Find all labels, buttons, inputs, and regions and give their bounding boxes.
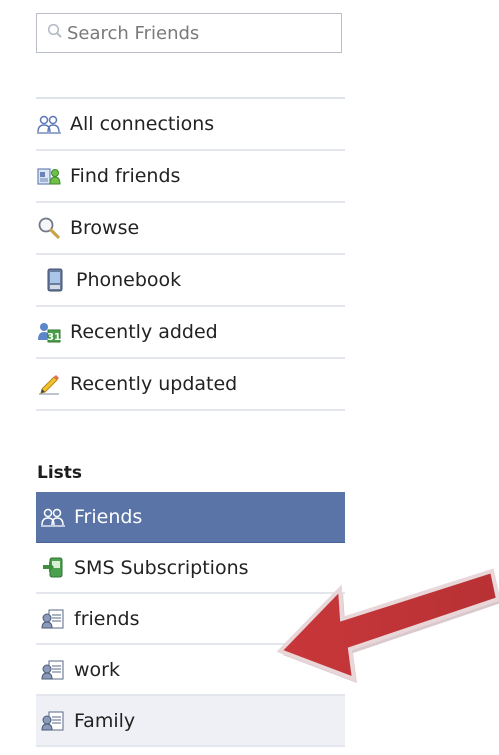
nav-item-all-connections[interactable]: All connections [36,99,345,151]
pencil-icon [36,371,62,397]
nav-item-browse[interactable]: Browse [36,203,345,255]
nav-item-label: Recently updated [70,373,238,395]
phone-icon [42,267,68,293]
nav-item-label: Browse [70,217,140,239]
people-icon [40,504,66,530]
magnifier-icon [36,215,62,241]
friends-navigation: All connections Find friends Browse Phon… [36,97,345,411]
nav-item-phonebook[interactable]: Phonebook [36,255,345,307]
list-item-label: friends [74,607,140,630]
search-input[interactable] [67,22,327,44]
list-item-label: SMS Subscriptions [74,556,249,579]
find-friends-icon [36,163,62,189]
nav-item-find-friends[interactable]: Find friends [36,151,345,203]
nav-item-recently-added[interactable]: 31 Recently added [36,307,345,359]
search-box[interactable] [36,13,342,53]
list-icon [40,657,66,683]
nav-item-label: All connections [70,113,215,135]
nav-item-recently-updated[interactable]: Recently updated [36,359,345,411]
nav-item-label: Phonebook [76,269,182,291]
svg-text:31: 31 [47,332,61,343]
list-item-label: work [74,658,120,681]
list-item-friends-selected[interactable]: Friends [36,492,345,543]
sms-icon [40,555,66,581]
list-icon [40,708,66,734]
nav-item-label: Recently added [70,321,218,343]
list-icon [40,606,66,632]
nav-item-label: Find friends [70,165,181,187]
search-icon [47,23,63,43]
list-item-label: Friends [74,506,143,528]
recently-added-icon: 31 [36,319,62,345]
people-icon [36,111,62,137]
lists-heading: Lists [37,463,83,483]
annotation-arrow [276,568,499,683]
list-item-label: Family [74,709,136,732]
